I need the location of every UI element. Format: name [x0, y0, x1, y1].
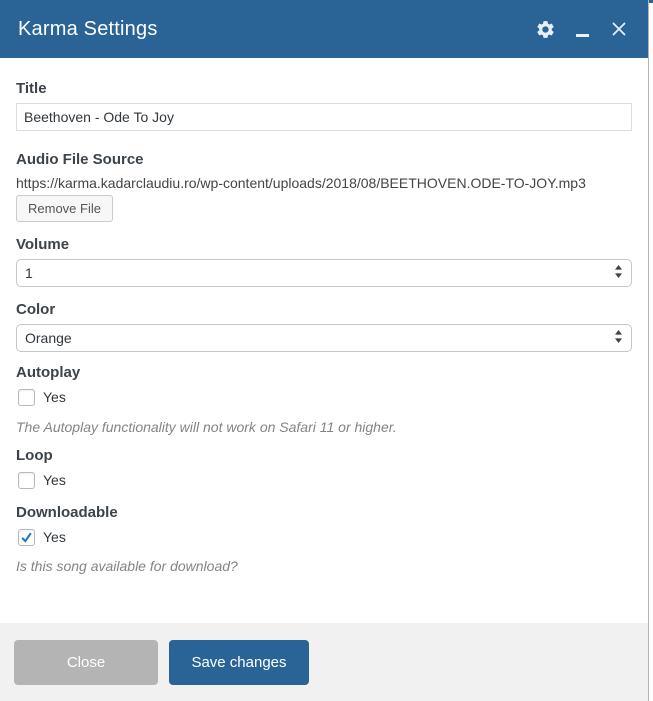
- downloadable-option-label: Yes: [43, 529, 66, 545]
- loop-label: Loop: [16, 447, 53, 464]
- modal-title: Karma Settings: [18, 17, 158, 40]
- close-button[interactable]: Close: [14, 639, 158, 685]
- audio-source-label: Audio File Source: [16, 151, 144, 168]
- volume-select[interactable]: 1: [16, 259, 632, 287]
- gear-icon[interactable]: [534, 18, 556, 40]
- save-changes-button[interactable]: Save changes: [169, 639, 309, 685]
- karma-settings-modal: Karma Settings Title Audio File Source h…: [0, 0, 648, 701]
- modal-footer: Close Save changes: [0, 623, 648, 701]
- autoplay-label: Autoplay: [16, 364, 81, 381]
- close-icon[interactable]: [608, 18, 630, 40]
- autoplay-option-label: Yes: [43, 389, 66, 405]
- header-icons: [534, 18, 630, 40]
- downloadable-label: Downloadable: [16, 504, 118, 521]
- minimize-icon[interactable]: [571, 18, 593, 40]
- autoplay-note: The Autoplay functionality will not work…: [16, 419, 397, 435]
- modal-body: Title Audio File Source https://karma.ka…: [0, 58, 648, 623]
- volume-label: Volume: [16, 236, 70, 253]
- title-label: Title: [16, 80, 47, 97]
- select-arrows-icon: [613, 265, 624, 281]
- color-select[interactable]: Orange: [16, 324, 632, 352]
- karma-settings-modal-page: Karma Settings Title Audio File Source h…: [0, 0, 653, 701]
- color-selected-value: Orange: [25, 330, 72, 346]
- downloadable-note: Is this song available for download?: [16, 558, 238, 574]
- audio-file-url: https://karma.kadarclaudiu.ro/wp-content…: [16, 175, 586, 191]
- color-label: Color: [16, 301, 56, 318]
- title-input[interactable]: [16, 103, 632, 131]
- remove-file-button[interactable]: Remove File: [16, 195, 113, 222]
- loop-checkbox[interactable]: [18, 471, 35, 489]
- page-right-gutter: [648, 0, 653, 701]
- select-arrows-icon: [613, 330, 624, 346]
- autoplay-checkbox[interactable]: [18, 388, 35, 406]
- downloadable-checkbox[interactable]: [18, 528, 35, 546]
- loop-option-label: Yes: [43, 472, 66, 488]
- modal-header: Karma Settings: [0, 0, 648, 58]
- volume-selected-value: 1: [25, 265, 33, 281]
